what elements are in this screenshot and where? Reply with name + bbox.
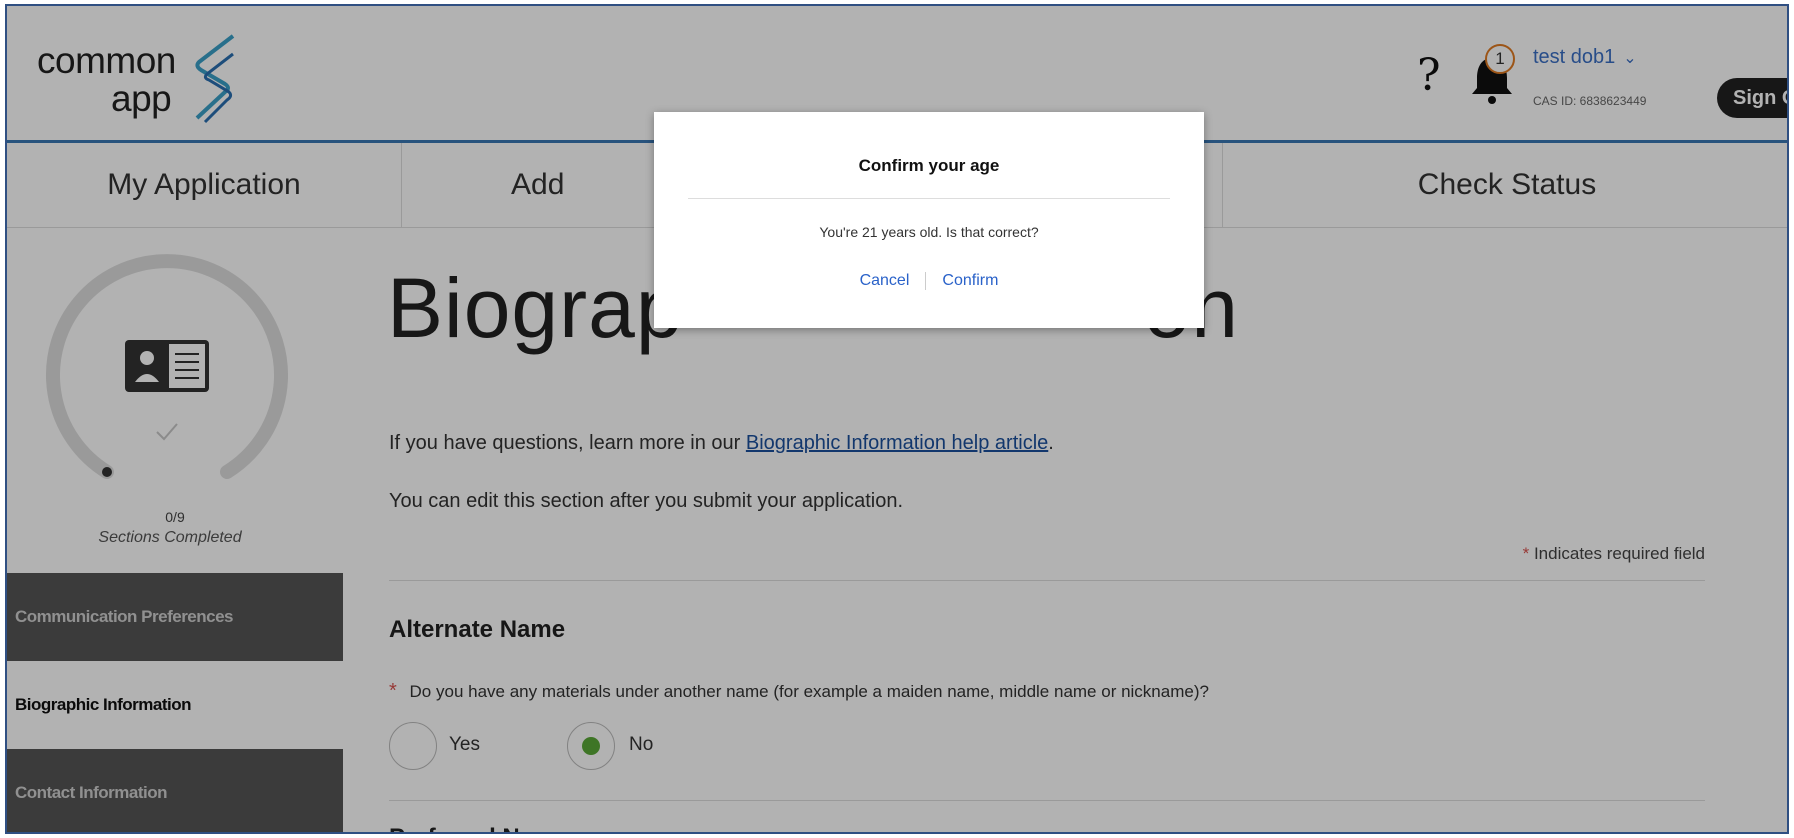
confirm-age-dialog: Confirm your age You're 21 years old. Is… <box>654 112 1204 328</box>
app-window: common app ? 1 test dob1 ⌄ CAS ID: 683862… <box>5 4 1789 834</box>
cancel-button[interactable]: Cancel <box>860 272 910 289</box>
dialog-message: You're 21 years old. Is that correct? <box>819 224 1039 240</box>
dialog-actions: Cancel Confirm <box>654 272 1204 290</box>
dialog-title: Confirm your age <box>858 156 1000 175</box>
dialog-divider <box>688 198 1170 199</box>
confirm-button[interactable]: Confirm <box>942 272 998 289</box>
action-separator <box>925 272 927 290</box>
